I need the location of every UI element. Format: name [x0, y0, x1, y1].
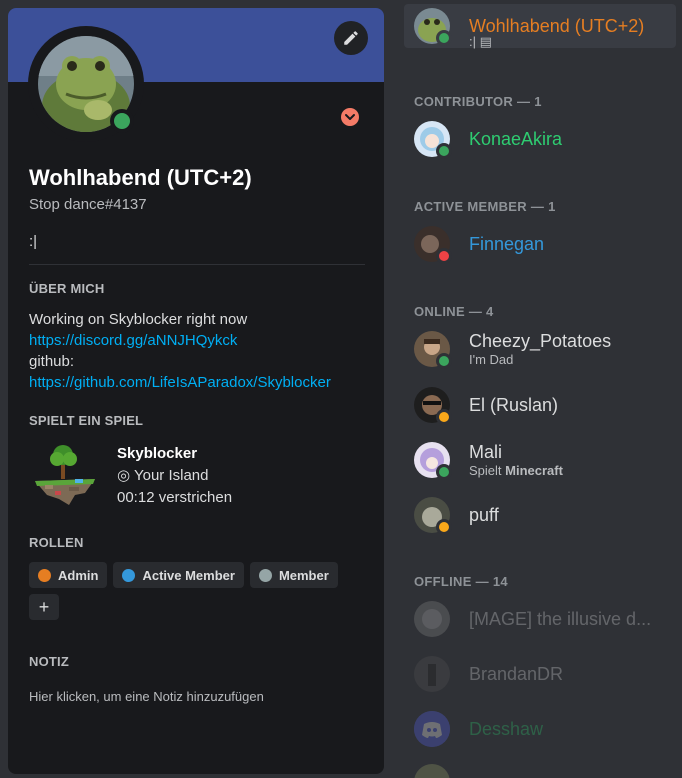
profile-content: Wohlhabend (UTC+2) Stop dance#4137 :| ÜB… — [29, 164, 365, 706]
member-name: Cheezy_Potatoes — [469, 331, 612, 351]
online-status-icon — [439, 33, 449, 43]
member-name: El (Ruslan) — [469, 395, 559, 415]
custom-status: :| — [29, 233, 38, 250]
member-avatar — [414, 711, 450, 747]
add-role-button[interactable]: + — [29, 594, 59, 620]
user-profile-popout: Wohlhabend (UTC+2) Stop dance#4137 :| ÜB… — [8, 8, 384, 774]
member-name: KonaeAkira — [469, 129, 563, 149]
member-item[interactable] — [404, 760, 676, 778]
member-item[interactable]: Cheezy_Potatoes I'm Dad — [404, 327, 676, 371]
photo-avatar-image — [414, 764, 450, 778]
idle-status-icon — [439, 412, 449, 422]
about-line: github: — [29, 353, 75, 370]
role-active-member[interactable]: Active Member — [113, 562, 244, 588]
role-color-dot — [258, 568, 272, 582]
photo-avatar-image — [414, 601, 450, 637]
member-status — [436, 409, 452, 425]
game-icon — [29, 441, 101, 513]
floating-island-icon — [35, 445, 95, 505]
group-title-offline: OFFLINE — 14 — [414, 574, 508, 589]
member-activity: Spielt Minecraft — [469, 463, 563, 479]
group-title-online: ONLINE — 4 — [414, 304, 494, 319]
member-status-text: :| — [469, 34, 476, 49]
nitro-boost-icon — [345, 114, 355, 120]
role-label: Admin — [58, 567, 99, 583]
activity-game: Minecraft — [505, 463, 563, 478]
pencil-icon — [344, 31, 358, 45]
display-name: Wohlhabend (UTC+2) — [29, 165, 252, 190]
discord-invite-link[interactable]: https://discord.gg/aNNJHQykck — [29, 332, 237, 349]
game-info: Skyblocker ◎ Your Island 00:12 verstrich… — [117, 443, 232, 513]
game-name: Skyblocker — [117, 445, 198, 462]
member-item[interactable]: Wohlhabend (UTC+2) :| ▤ — [404, 4, 676, 49]
avatar-status — [110, 109, 134, 133]
edit-profile-button[interactable] — [334, 21, 368, 55]
group-title-active-member: ACTIVE MEMBER — 1 — [414, 199, 556, 214]
member-item[interactable]: puff — [404, 493, 676, 537]
member-item[interactable]: El (Ruslan) — [404, 383, 676, 427]
member-name: Wohlhabend (UTC+2) — [469, 16, 645, 36]
online-status-icon — [439, 146, 449, 156]
note-title: NOTIZ — [29, 654, 69, 669]
about-line: Working on Skyblocker right now — [29, 311, 248, 328]
member-status — [436, 248, 452, 264]
member-avatar — [414, 764, 450, 778]
game-activity: Skyblocker ◎ Your Island 00:12 verstrich… — [29, 443, 365, 513]
nitro-boost-badge[interactable] — [341, 108, 359, 126]
member-avatar — [414, 656, 450, 692]
member-status — [436, 353, 452, 369]
member-name: [MAGE] the illusive d... — [469, 609, 652, 629]
github-link[interactable]: https://github.com/LifeIsAParadox/Skyblo… — [29, 374, 331, 391]
member-name: puff — [469, 505, 499, 525]
member-item[interactable]: Desshaw — [404, 707, 676, 751]
member-name: BrandanDR — [469, 664, 564, 684]
online-status-icon — [114, 113, 130, 129]
online-status-icon — [439, 356, 449, 366]
game-elapsed: 00:12 verstrichen — [117, 489, 233, 506]
role-admin[interactable]: Admin — [29, 562, 108, 588]
member-status — [436, 30, 452, 46]
group-title-contributor: CONTRIBUTOR — 1 — [414, 94, 542, 109]
member-custom-status: I'm Dad — [469, 352, 514, 367]
online-status-icon — [439, 467, 449, 477]
member-status — [436, 464, 452, 480]
member-name: Mali — [469, 442, 503, 462]
game-state: ◎ Your Island — [117, 467, 209, 484]
member-name: Finnegan — [469, 234, 545, 254]
username: Stop dance#4137 — [29, 196, 147, 213]
member-item[interactable]: [MAGE] the illusive d... — [404, 597, 676, 641]
about-me-text: Working on Skyblocker right now https://… — [29, 309, 365, 393]
profile-divider — [29, 264, 365, 265]
member-avatar — [414, 601, 450, 637]
role-color-dot — [38, 568, 51, 582]
role-list: Admin Active Member Member + — [29, 562, 365, 620]
member-item[interactable]: Finnegan — [404, 222, 676, 266]
dnd-status-icon — [439, 251, 449, 261]
about-me-title: ÜBER MICH — [29, 281, 105, 296]
roles-title: ROLLEN — [29, 535, 84, 550]
discord-logo-icon — [414, 711, 450, 747]
member-item[interactable]: BrandanDR — [404, 652, 676, 696]
member-custom-status: :| ▤ — [469, 35, 492, 49]
role-label: Member — [278, 567, 329, 583]
role-color-dot — [122, 568, 136, 582]
photo-avatar-image — [414, 656, 450, 692]
member-status — [436, 143, 452, 159]
note-input[interactable]: Hier klicken, um eine Notiz hinzuzufügen — [29, 688, 365, 706]
playing-game-title: SPIELT EIN SPIEL — [29, 413, 144, 428]
role-member[interactable]: Member — [249, 562, 338, 588]
note-icon: ▤ — [479, 34, 492, 49]
member-list: Wohlhabend (UTC+2) :| ▤ CONTRIBUTOR — 1 … — [394, 0, 682, 778]
activity-prefix: Spielt — [469, 463, 502, 478]
member-item[interactable]: KonaeAkira — [404, 117, 676, 161]
role-label: Active Member — [142, 567, 235, 583]
member-item[interactable]: Mali Spielt Minecraft — [404, 438, 676, 482]
member-name: Desshaw — [469, 719, 544, 739]
member-status — [436, 519, 452, 535]
idle-status-icon — [439, 522, 449, 532]
